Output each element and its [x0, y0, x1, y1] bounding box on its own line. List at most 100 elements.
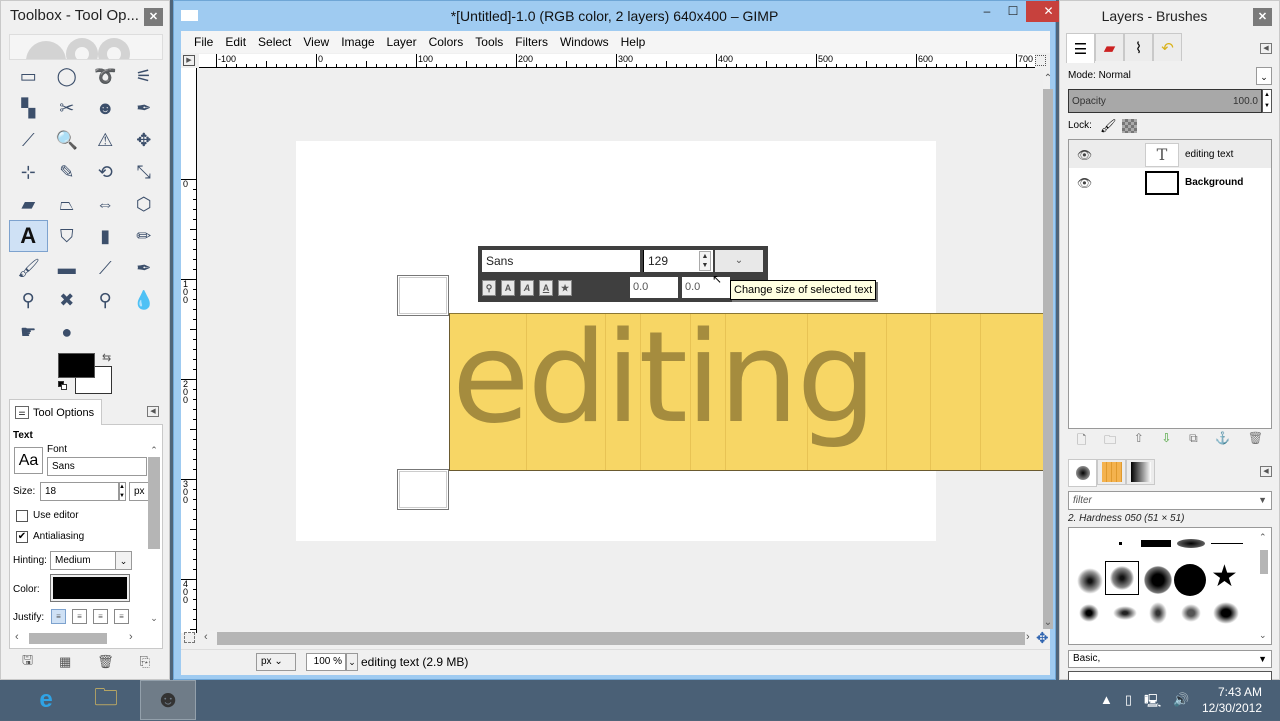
new-layer-group-icon[interactable]: 🗀: [1104, 431, 1116, 449]
tab-brushes[interactable]: [1068, 459, 1097, 487]
menu-windows[interactable]: Windows: [554, 35, 615, 49]
menu-layer[interactable]: Layer: [381, 35, 423, 49]
size-spinner[interactable]: ▲ ▼: [118, 482, 126, 501]
network-icon[interactable]: 🖳: [1144, 692, 1161, 714]
scroll-right-icon[interactable]: ›: [1026, 631, 1030, 643]
brush-item[interactable]: [1113, 606, 1137, 620]
tool-button[interactable]: ▚: [9, 92, 48, 124]
delete-options-icon[interactable]: 🗑: [97, 654, 114, 670]
justify-right-icon[interactable]: ≡: [72, 609, 87, 624]
tool-button[interactable]: ⚟: [125, 60, 164, 92]
canvas-vertical-scrollbar[interactable]: [1043, 89, 1053, 629]
italic-icon[interactable]: A: [520, 280, 534, 296]
canvas-area[interactable]: editing Sans 129 ▲ ▼ ⌄ ⚲ A A A ★ 0.0 0.0 …: [198, 69, 1043, 631]
internet-explorer-icon[interactable]: e: [18, 680, 74, 720]
tool-button[interactable]: ✒: [125, 252, 164, 284]
tool-button[interactable]: ☛: [9, 316, 48, 348]
gimp-taskbar-icon[interactable]: ☻: [140, 680, 196, 720]
menu-edit[interactable]: Edit: [219, 35, 252, 49]
vertical-ruler[interactable]: 0 100 200 300 400: [181, 68, 197, 633]
image-window-titlebar[interactable]: *[Untitled]-1.0 (RGB color, 2 layers) 64…: [174, 1, 1071, 31]
panel-menu-icon[interactable]: ◀: [1260, 466, 1272, 477]
scroll-up-icon[interactable]: ⌃: [1043, 73, 1053, 84]
tool-button[interactable]: ▮: [86, 220, 125, 252]
tool-button[interactable]: ➰: [86, 60, 125, 92]
clear-style-icon[interactable]: ⚲: [482, 280, 496, 296]
strikethrough-icon[interactable]: ★: [558, 280, 572, 296]
toolbox-titlebar[interactable]: Toolbox - Tool Op... ✕: [1, 1, 169, 33]
reset-options-icon[interactable]: ⎘: [140, 654, 150, 670]
tool-button[interactable]: 💧: [125, 284, 164, 316]
lock-alpha-icon[interactable]: [1122, 119, 1137, 133]
justify-fill-icon[interactable]: ≡: [114, 609, 129, 624]
brush-grid[interactable]: ★ ⌃ ⌄: [1068, 527, 1272, 645]
tool-button[interactable]: ▬: [48, 252, 87, 284]
scroll-right-icon[interactable]: ›: [129, 631, 133, 643]
brush-item-selected[interactable]: [1105, 561, 1139, 595]
lock-pixels-icon[interactable]: 🖌: [1100, 118, 1117, 134]
tool-button[interactable]: ▭: [9, 60, 48, 92]
tab-tool-options[interactable]: ⚌ Tool Options: [9, 399, 102, 425]
opacity-spinner[interactable]: ▲ ▼: [1262, 89, 1272, 113]
brush-item-star[interactable]: ★: [1211, 560, 1238, 594]
underline-icon[interactable]: A: [539, 280, 553, 296]
lower-layer-icon[interactable]: ⇩: [1161, 431, 1171, 449]
duplicate-layer-icon[interactable]: ⧉: [1189, 431, 1198, 449]
default-colors-icon[interactable]: [58, 381, 68, 391]
scroll-down-icon[interactable]: ⌄: [1043, 617, 1053, 628]
tool-button[interactable]: 🖌: [9, 252, 48, 284]
maximize-button[interactable]: ☐: [1000, 1, 1026, 22]
text-color-button[interactable]: [50, 574, 130, 602]
unit-select[interactable]: px ⌄: [256, 653, 296, 671]
tab-undo-history[interactable]: ↶: [1153, 33, 1182, 61]
tool-button[interactable]: ✖: [48, 284, 87, 316]
brush-item[interactable]: [1149, 602, 1167, 624]
brush-scrollbar[interactable]: ⌃ ⌄: [1259, 532, 1269, 642]
layer-row[interactable]: 👁 Tediting text: [1069, 140, 1271, 168]
scroll-left-icon[interactable]: ‹: [204, 631, 208, 643]
tool-button[interactable]: ▰: [9, 188, 48, 220]
menu-image[interactable]: Image: [335, 35, 380, 49]
tool-button[interactable]: ☻: [86, 92, 125, 124]
minimize-button[interactable]: –: [974, 1, 1000, 22]
antialiasing-checkbox[interactable]: ✔: [16, 531, 28, 543]
tool-button[interactable]: ⚠: [86, 124, 125, 156]
otb-unit-dropdown[interactable]: ⌄: [715, 250, 763, 272]
raise-layer-icon[interactable]: ⇧: [1134, 431, 1144, 449]
tool-button[interactable]: ⬡: [125, 188, 164, 220]
tool-options-scrollbar[interactable]: ⌃ ⌄: [148, 445, 160, 623]
tool-button[interactable]: ✥: [125, 124, 164, 156]
scroll-up-icon[interactable]: ⌃: [148, 445, 160, 456]
tool-button[interactable]: ✒: [125, 92, 164, 124]
brush-item[interactable]: [1211, 543, 1243, 544]
tool-button[interactable]: ✎: [48, 156, 87, 188]
tool-button[interactable]: ⊹: [9, 156, 48, 188]
visibility-eye-icon[interactable]: 👁: [1077, 148, 1092, 162]
dock-close-button[interactable]: ✕: [1253, 8, 1272, 26]
power-icon[interactable]: ▯: [1125, 692, 1132, 714]
tab-layers[interactable]: ☰: [1066, 33, 1095, 63]
tool-button[interactable]: ✏: [125, 220, 164, 252]
brush-item[interactable]: [1077, 568, 1103, 594]
tool-button[interactable]: ◯: [48, 60, 87, 92]
zoom-to-fit-icon[interactable]: [1035, 55, 1046, 66]
foreground-color[interactable]: [58, 353, 95, 378]
font-preview-button[interactable]: Aa: [14, 447, 43, 474]
scroll-left-icon[interactable]: ‹: [15, 631, 19, 643]
hinting-select[interactable]: Medium ⌄: [50, 551, 132, 570]
tool-button[interactable]: ●: [48, 316, 87, 348]
volume-icon[interactable]: 🔊: [1173, 692, 1189, 714]
tool-button[interactable]: ⟋: [9, 124, 48, 156]
restore-options-icon[interactable]: ▦: [59, 654, 71, 670]
resize-handle-bottom-left[interactable]: [397, 469, 449, 510]
delete-layer-icon[interactable]: 🗑: [1248, 431, 1263, 449]
brush-item[interactable]: [1181, 604, 1201, 622]
tool-button[interactable]: ⟲: [86, 156, 125, 188]
save-options-icon[interactable]: 🖫: [22, 651, 33, 673]
zoom-select[interactable]: 100 %: [306, 653, 346, 671]
tab-patterns[interactable]: [1097, 459, 1126, 485]
panel-menu-icon[interactable]: ◀: [147, 406, 159, 417]
brush-item[interactable]: [1119, 542, 1122, 545]
tray-expand-icon[interactable]: ▲: [1100, 692, 1113, 714]
brush-tag-select[interactable]: Basic, ▼: [1068, 650, 1272, 668]
